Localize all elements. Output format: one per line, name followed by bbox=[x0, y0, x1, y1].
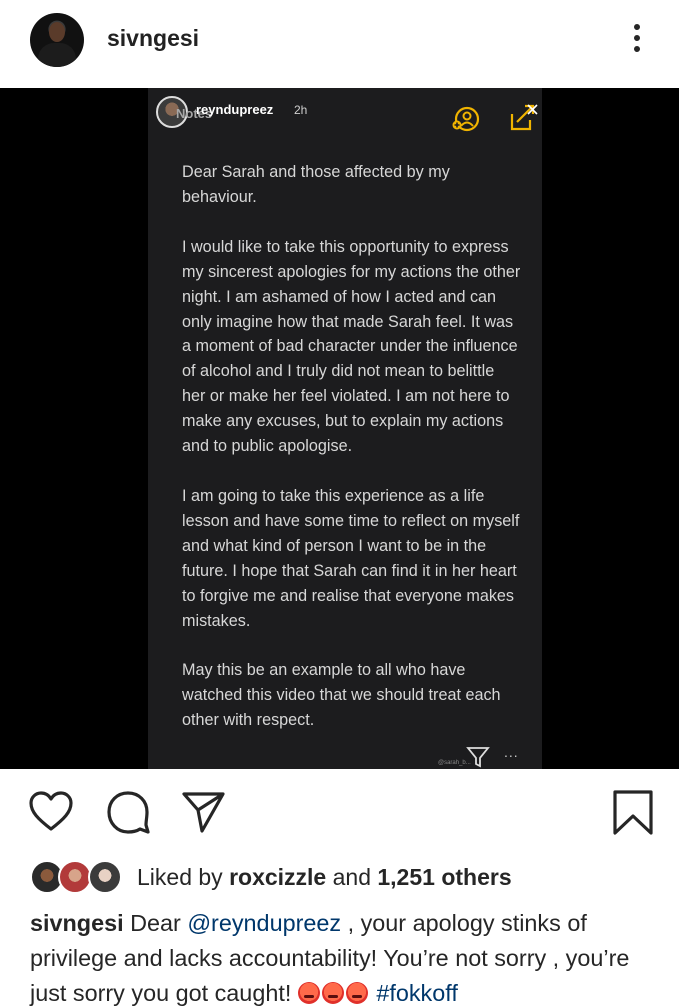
add-person-icon bbox=[452, 106, 480, 132]
liker-avatar bbox=[58, 860, 92, 894]
likes-row: Liked by roxcizzle and 1,251 others bbox=[0, 852, 679, 900]
more-vertical-icon[interactable] bbox=[628, 24, 646, 56]
angry-face-emoji bbox=[345, 982, 368, 1004]
likes-middle: and bbox=[326, 864, 378, 890]
avatar-face bbox=[49, 22, 65, 42]
angry-face-emoji bbox=[321, 982, 344, 1004]
caption-mention[interactable]: @reyndupreez bbox=[187, 910, 341, 936]
likes-prefix: Liked by bbox=[137, 864, 230, 890]
liker-avatars[interactable] bbox=[30, 860, 124, 894]
likes-user[interactable]: roxcizzle bbox=[229, 864, 326, 890]
share-out-icon bbox=[508, 102, 538, 132]
angry-face-emoji bbox=[297, 982, 320, 1004]
story-header: Notes reyndupreez 2h bbox=[156, 96, 538, 136]
story-time: 2h bbox=[294, 103, 308, 117]
heart-icon[interactable] bbox=[28, 789, 74, 835]
story-paragraph: Dear Sarah and those affected by my beha… bbox=[182, 163, 450, 206]
caption-text: Dear bbox=[123, 910, 188, 936]
story-paragraph: I am going to take this experience as a … bbox=[182, 486, 520, 630]
avatar-body bbox=[38, 43, 76, 67]
story-screenshot: Notes reyndupreez 2h Dear Sarah and thos… bbox=[148, 88, 542, 769]
post-caption: sivngesi Dear @reyndupreez , your apolog… bbox=[30, 906, 660, 1007]
story-paragraph: May this be an example to all who have w… bbox=[182, 661, 501, 730]
story-watermark-handle: @sarah_b... bbox=[438, 760, 471, 766]
story-letter: Dear Sarah and those affected by my beha… bbox=[182, 160, 522, 758]
comment-icon[interactable] bbox=[105, 789, 151, 835]
caption-username[interactable]: sivngesi bbox=[30, 910, 124, 936]
story-more-dots: ... bbox=[504, 744, 519, 760]
caption-hashtag[interactable]: #fokkoff bbox=[376, 980, 458, 1006]
profile-avatar[interactable] bbox=[30, 13, 84, 67]
likes-summary[interactable]: Liked by roxcizzle and 1,251 others bbox=[137, 864, 512, 891]
story-paragraph: I would like to take this opportunity to… bbox=[182, 237, 521, 456]
bookmark-icon[interactable] bbox=[610, 789, 656, 835]
post-username[interactable]: sivngesi bbox=[107, 25, 199, 52]
send-icon[interactable] bbox=[180, 789, 226, 835]
post-header: sivngesi bbox=[0, 0, 679, 88]
story-username: reyndupreez bbox=[196, 102, 274, 117]
post-actions bbox=[0, 769, 679, 849]
likes-count[interactable]: 1,251 others bbox=[377, 864, 511, 890]
liker-avatar bbox=[88, 860, 122, 894]
post-media[interactable]: Notes reyndupreez 2h Dear Sarah and thos… bbox=[0, 88, 679, 769]
